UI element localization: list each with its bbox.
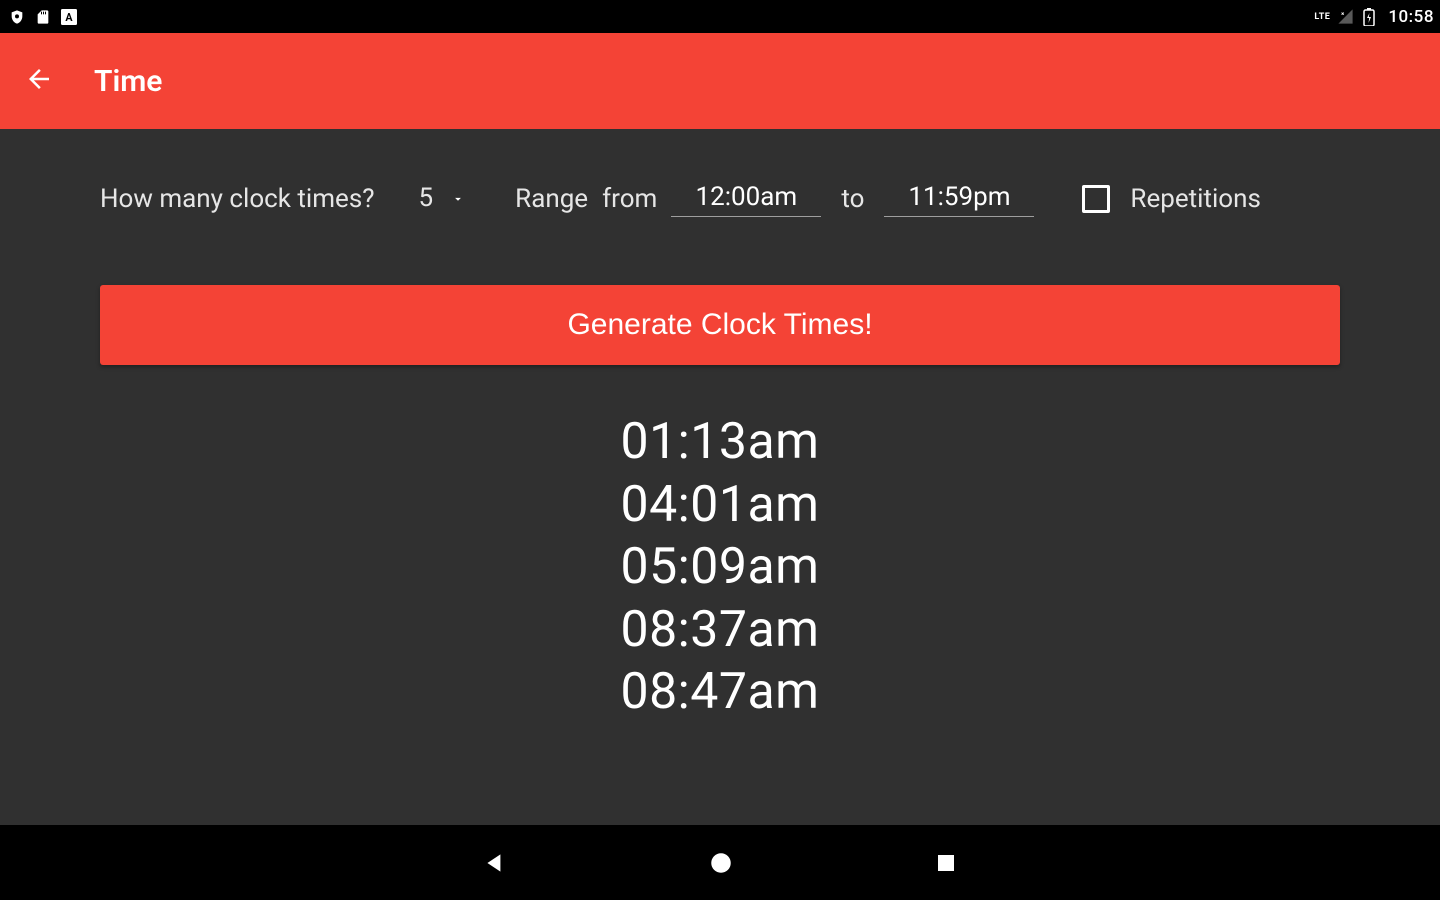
status-bar: A LTE 10:58 [0, 0, 1440, 33]
results-list: 01:13am 04:01am 05:09am 08:37am 08:47am [100, 411, 1340, 724]
svg-text:A: A [65, 11, 73, 24]
sd-card-icon [34, 8, 52, 26]
result-item: 08:37am [620, 599, 819, 662]
result-item: 04:01am [620, 474, 819, 537]
generate-button[interactable]: Generate Clock Times! [100, 285, 1340, 365]
status-left: A [8, 8, 78, 26]
status-right: LTE 10:58 [1314, 7, 1434, 27]
nav-back-button[interactable] [482, 850, 508, 876]
back-button[interactable] [24, 64, 54, 98]
config-row: How many clock times? 5 Range from 12:00… [100, 169, 1340, 229]
app-bar: Time [0, 33, 1440, 129]
nav-recent-button[interactable] [934, 851, 958, 875]
count-select[interactable]: 5 [419, 183, 466, 215]
repetitions-label: Repetitions [1130, 184, 1260, 214]
from-time-input[interactable]: 12:00am [671, 182, 821, 217]
howmany-label: How many clock times? [100, 184, 375, 214]
page-title: Time [94, 64, 162, 99]
battery-charging-icon [1360, 8, 1378, 26]
result-item: 05:09am [620, 536, 819, 599]
to-label: to [841, 184, 864, 214]
caret-down-icon [451, 183, 465, 213]
signal-icon [1336, 8, 1354, 26]
content-area: How many clock times? 5 Range from 12:00… [0, 129, 1440, 825]
status-clock: 10:58 [1388, 7, 1434, 27]
lte-icon: LTE [1314, 12, 1330, 22]
arrow-back-icon [24, 64, 54, 94]
shield-icon [8, 8, 26, 26]
nav-home-button[interactable] [708, 850, 734, 876]
navigation-bar [0, 825, 1440, 900]
from-label: from [602, 184, 657, 214]
range-label: Range [515, 184, 588, 214]
to-time-input[interactable]: 11:59pm [884, 182, 1034, 217]
square-recent-icon [934, 851, 958, 875]
repetitions-checkbox[interactable] [1082, 185, 1110, 213]
letter-a-icon: A [60, 8, 78, 26]
result-item: 08:47am [620, 661, 819, 724]
count-value: 5 [419, 183, 434, 213]
circle-home-icon [708, 850, 734, 876]
triangle-back-icon [482, 850, 508, 876]
result-item: 01:13am [620, 411, 819, 474]
